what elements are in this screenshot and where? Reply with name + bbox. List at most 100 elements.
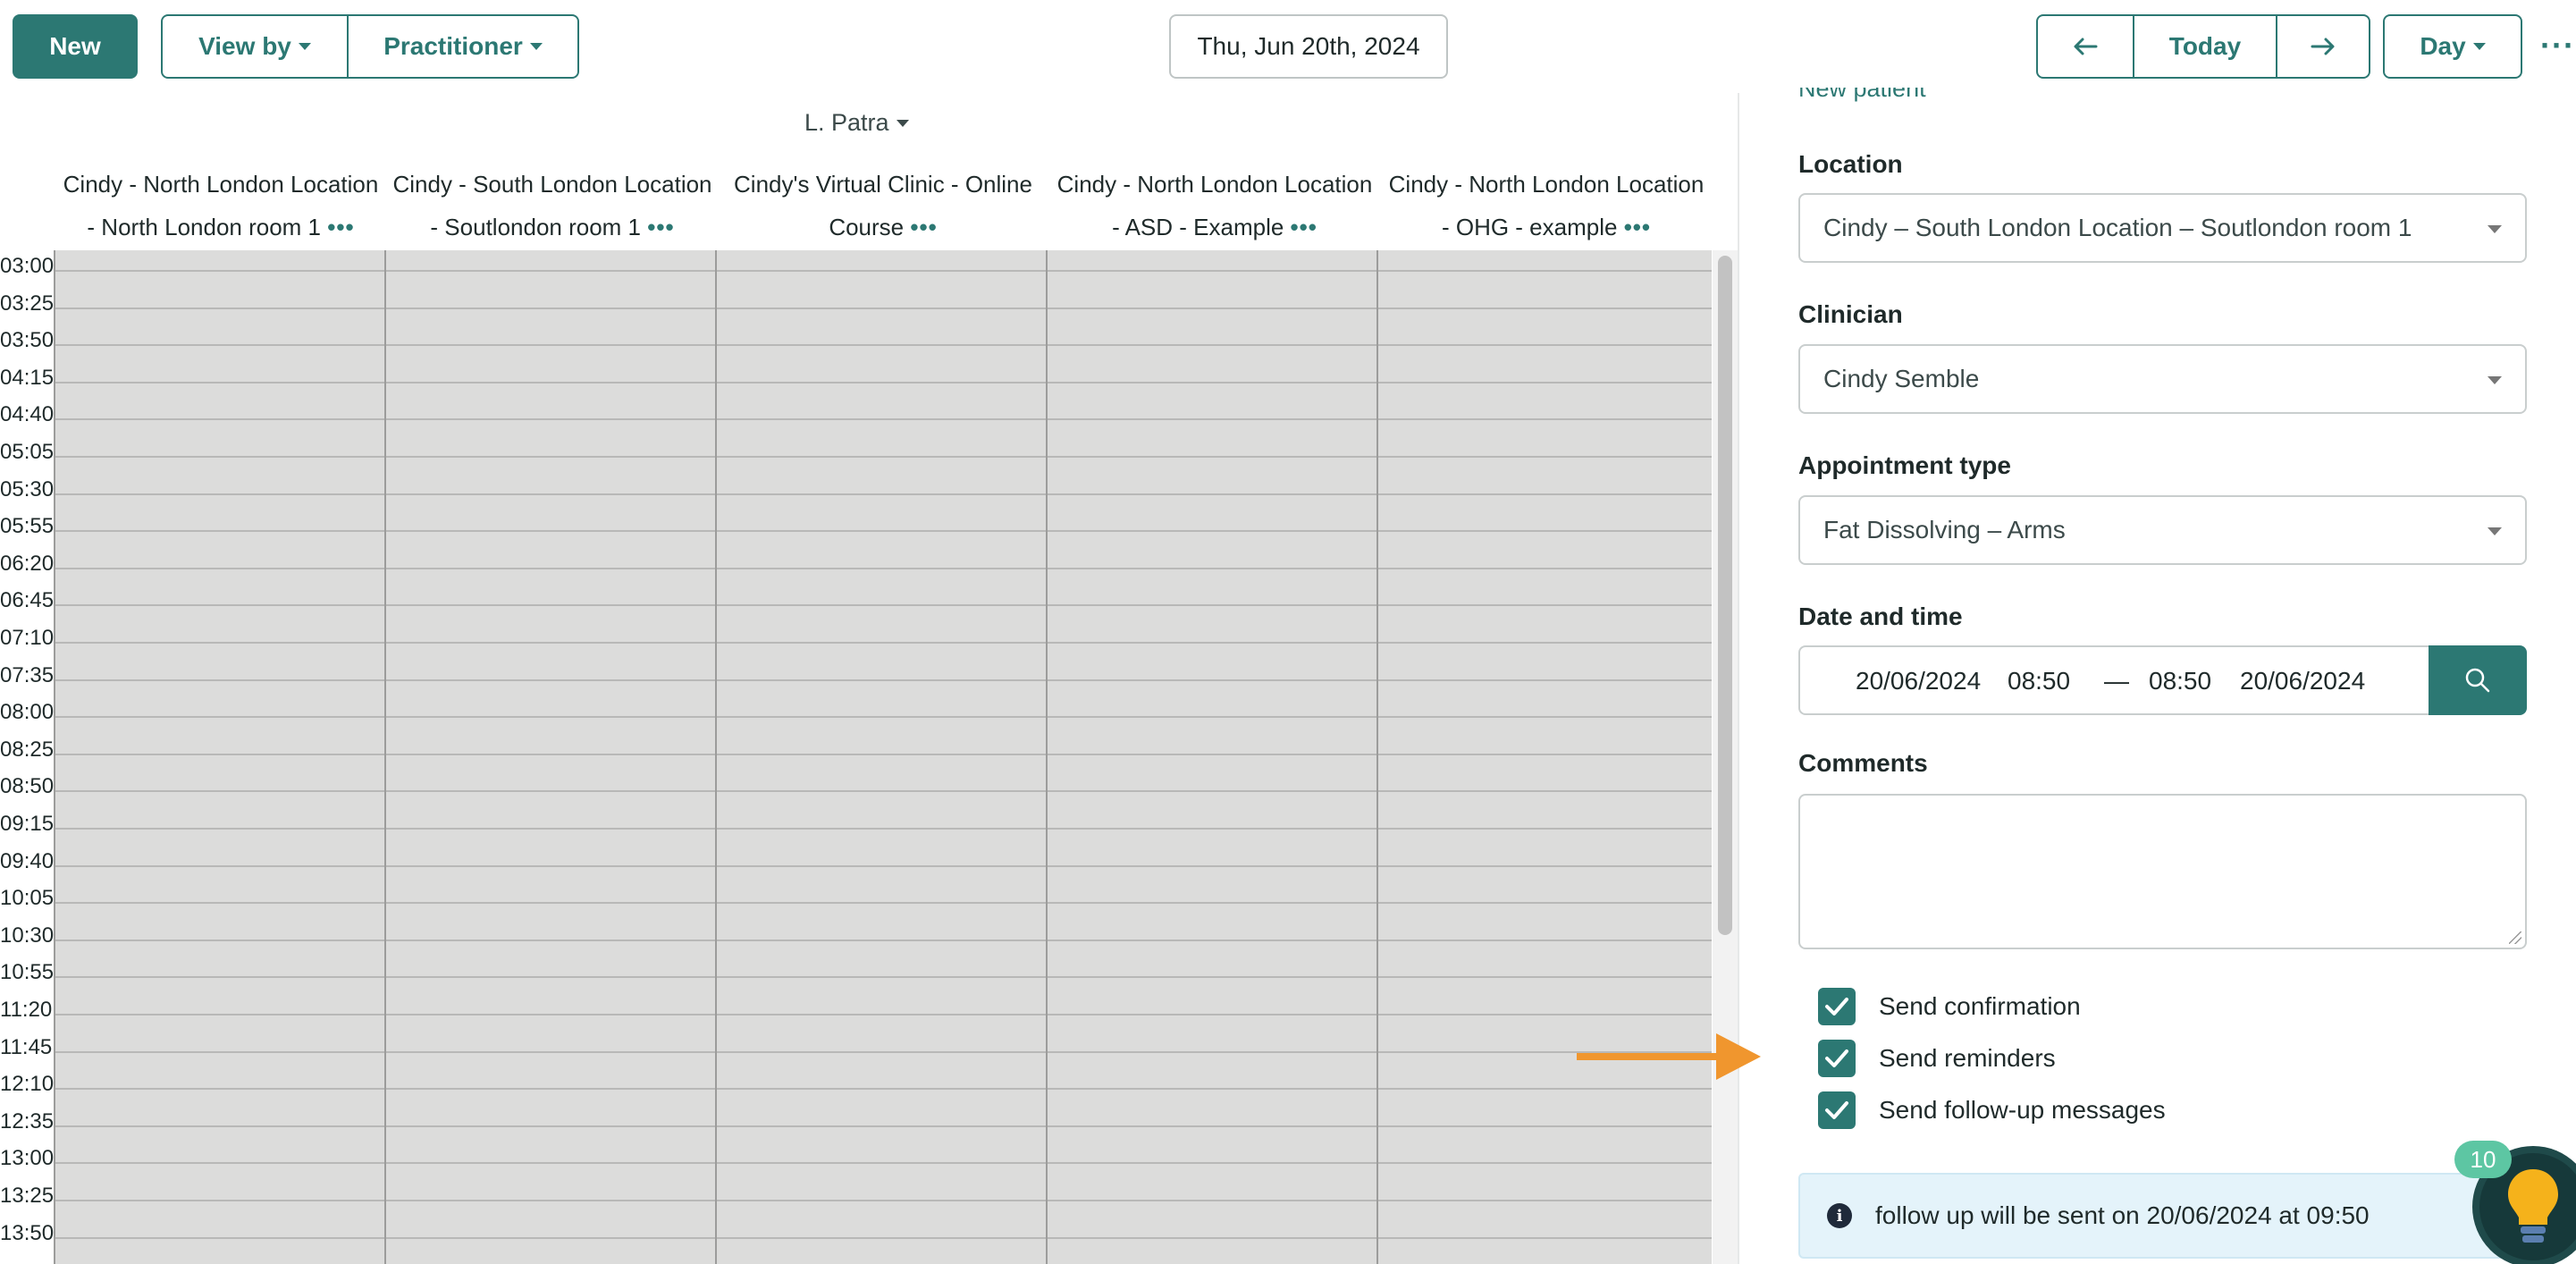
- view-mode-dropdown[interactable]: Day: [2385, 16, 2521, 77]
- time-label: 03:50: [0, 328, 55, 352]
- clinician-value: Cindy Semble: [1823, 365, 1980, 392]
- checkmark-icon: [1825, 1101, 1848, 1119]
- time-slot-line: [54, 456, 1712, 458]
- column-title: Cindy - North London Location: [63, 171, 379, 198]
- time-label: 11:45: [0, 1035, 53, 1059]
- time-label: 08:50: [0, 774, 55, 798]
- date-time-label: Date and time: [1798, 603, 1963, 630]
- time-slot-line: [54, 604, 1712, 606]
- notification-badge: 10: [2454, 1141, 2512, 1178]
- time-label: 13:50: [0, 1221, 55, 1245]
- column-subtitle: - ASD - Example: [1112, 214, 1284, 240]
- column-header-asd-example: Cindy - North London Location - ASD - Ex…: [1049, 163, 1380, 249]
- view-mode-label: Day: [2420, 32, 2466, 60]
- column-options-icon[interactable]: •••: [1291, 214, 1317, 240]
- time-slot-line: [54, 418, 1712, 420]
- practitioner-selector[interactable]: L. Patra: [804, 109, 909, 137]
- location-value: Cindy – South London Location – Soutlond…: [1823, 214, 2412, 241]
- annotation-arrow-icon: [1577, 1033, 1761, 1080]
- time-slot-line: [54, 1125, 1712, 1127]
- follow-up-info-alert: i follow up will be sent on 20/06/2024 a…: [1798, 1173, 2527, 1259]
- column-options-icon[interactable]: •••: [327, 214, 354, 240]
- date-time-range: 20/06/2024 08:50 — 08:50 20/06/2024: [1798, 645, 2429, 715]
- end-time-input[interactable]: 08:50: [2149, 667, 2211, 695]
- view-filter-group: View by Practitioner: [161, 14, 579, 79]
- time-label: 10:30: [0, 923, 55, 948]
- date-range-separator: —: [2104, 667, 2129, 695]
- resize-handle-icon[interactable]: [2509, 931, 2521, 944]
- time-label: 07:35: [0, 663, 55, 687]
- column-subtitle: - OHG - example: [1441, 214, 1618, 240]
- time-label: 06:45: [0, 588, 55, 612]
- today-button[interactable]: Today: [2133, 16, 2276, 77]
- column-subtitle: - North London room 1: [87, 214, 322, 240]
- time-slot-line: [54, 382, 1712, 383]
- time-slot-line: [54, 568, 1712, 569]
- time-label: 06:20: [0, 552, 55, 576]
- column-divider: [384, 250, 386, 1264]
- send-reminders-checkbox[interactable]: [1818, 1040, 1856, 1077]
- appointment-type-label: Appointment type: [1798, 451, 2011, 479]
- location-select[interactable]: Cindy – South London Location – Soutlond…: [1798, 193, 2527, 263]
- appointment-type-value: Fat Dissolving – Arms: [1823, 516, 2066, 544]
- caret-down-icon: [2488, 527, 2502, 535]
- time-label: 03:00: [0, 254, 55, 278]
- clinician-select[interactable]: Cindy Semble: [1798, 344, 2527, 414]
- checkmark-icon: [1825, 1049, 1848, 1067]
- search-availability-button[interactable]: [2429, 645, 2527, 715]
- comments-textarea[interactable]: [1798, 794, 2527, 949]
- time-slot-line: [54, 1200, 1712, 1201]
- time-label: 11:20: [0, 998, 53, 1022]
- time-label: 09:15: [0, 812, 55, 836]
- column-header-soutlondon-room-1: Cindy - South London Location - Soutlond…: [387, 163, 718, 249]
- send-follow-up-row: Send follow-up messages: [1818, 1091, 2166, 1129]
- column-header-ohg-example: Cindy - North London Location - OHG - ex…: [1381, 163, 1712, 249]
- column-options-icon[interactable]: •••: [647, 214, 674, 240]
- view-mode-group: Day: [2383, 14, 2522, 79]
- send-confirmation-label: Send confirmation: [1879, 992, 2081, 1020]
- send-confirmation-checkbox[interactable]: [1818, 988, 1856, 1025]
- end-date-input[interactable]: 20/06/2024: [2240, 667, 2365, 695]
- next-day-button[interactable]: [2276, 16, 2369, 77]
- checkmark-icon: [1825, 998, 1848, 1015]
- view-by-dropdown[interactable]: View by: [163, 16, 347, 77]
- start-date-input[interactable]: 20/06/2024: [1856, 667, 1981, 695]
- calendar-grid[interactable]: [54, 250, 1712, 1264]
- current-date-button[interactable]: Thu, Jun 20th, 2024: [1169, 14, 1448, 79]
- panel-divider: [1738, 93, 1739, 1264]
- location-label: Location: [1798, 150, 1903, 178]
- new-button[interactable]: New: [13, 14, 138, 79]
- column-divider: [54, 250, 55, 1264]
- calendar-scrollbar-thumb[interactable]: [1718, 256, 1732, 935]
- date-navigation-group: Today: [2036, 14, 2370, 79]
- time-slot-line: [54, 865, 1712, 867]
- send-confirmation-row: Send confirmation: [1818, 988, 2081, 1025]
- practitioner-name: L. Patra: [804, 109, 889, 136]
- time-label: 08:00: [0, 700, 55, 724]
- time-slot-line: [54, 716, 1712, 718]
- more-dots-icon[interactable]: ···: [2540, 27, 2575, 64]
- time-slot-line: [54, 754, 1712, 755]
- practitioner-dropdown[interactable]: Practitioner: [347, 16, 577, 77]
- send-follow-up-label: Send follow-up messages: [1879, 1096, 2166, 1124]
- column-options-icon[interactable]: •••: [910, 214, 937, 240]
- caret-down-icon: [2472, 43, 2486, 50]
- send-reminders-row: Send reminders: [1818, 1040, 2056, 1077]
- start-time-input[interactable]: 08:50: [2008, 667, 2070, 695]
- time-label: 04:40: [0, 402, 55, 426]
- time-label: 05:55: [0, 514, 55, 538]
- send-follow-up-checkbox[interactable]: [1818, 1091, 1856, 1129]
- time-label: 04:15: [0, 366, 55, 390]
- prev-day-button[interactable]: [2038, 16, 2133, 77]
- clinician-label: Clinician: [1798, 300, 1903, 328]
- send-reminders-label: Send reminders: [1879, 1044, 2056, 1072]
- time-label: 09:40: [0, 849, 55, 873]
- view-by-label: View by: [198, 32, 291, 60]
- caret-down-icon: [298, 43, 311, 50]
- time-slot-line: [54, 679, 1712, 681]
- column-title: Cindy - South London Location: [392, 171, 712, 198]
- column-options-icon[interactable]: •••: [1624, 214, 1651, 240]
- appointment-type-select[interactable]: Fat Dissolving – Arms: [1798, 495, 2527, 565]
- arrow-right-icon: [2311, 38, 2335, 55]
- caret-down-icon: [2488, 376, 2502, 384]
